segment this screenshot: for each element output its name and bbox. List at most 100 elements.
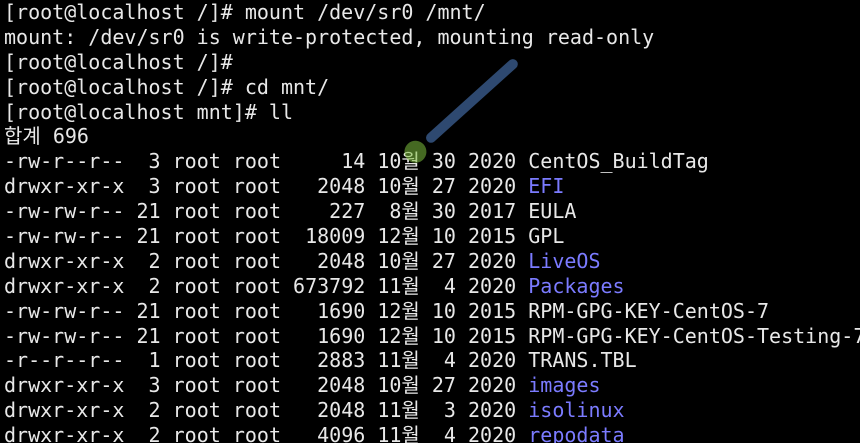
- file-permissions: -rw-r--r--: [4, 149, 125, 174]
- file-permissions: -rw-rw-r--: [4, 323, 125, 348]
- file-owner: root: [172, 199, 221, 224]
- listing-row: drwxr-xr-x 2 root root 2048 11월 3 2020 i…: [4, 398, 860, 423]
- modified-day: 3: [431, 398, 456, 423]
- file-permissions: drwxr-xr-x: [4, 248, 125, 273]
- file-owner: root: [172, 273, 221, 298]
- file-name: Packages: [528, 273, 625, 298]
- file-listing: -rw-r--r-- 3 root root 14 10월 30 2020 Ce…: [4, 149, 860, 443]
- link-count: 2: [136, 398, 161, 423]
- file-permissions: -r--r--r--: [4, 348, 125, 373]
- file-owner: root: [172, 398, 221, 423]
- modified-day: 10: [431, 323, 456, 348]
- file-name: EFI: [528, 174, 565, 199]
- listing-row: drwxr-xr-x 2 root root 2048 10월 27 2020 …: [4, 249, 860, 274]
- modified-month: 12월: [377, 298, 420, 323]
- file-group: root: [232, 398, 281, 423]
- modified-year: 2020: [468, 373, 517, 398]
- link-count: 2: [136, 273, 161, 298]
- file-size: 2048: [293, 373, 366, 398]
- modified-year: 2015: [468, 298, 517, 323]
- link-count: 21: [136, 199, 161, 224]
- file-group: root: [232, 248, 281, 273]
- file-owner: root: [172, 174, 221, 199]
- modified-month: 12월: [377, 323, 420, 348]
- modified-year: 2020: [468, 348, 517, 373]
- modified-day: 4: [431, 423, 456, 443]
- file-permissions: drwxr-xr-x: [4, 174, 125, 199]
- file-owner: root: [172, 248, 221, 273]
- modified-month: 11월: [377, 348, 420, 373]
- file-owner: root: [172, 423, 221, 443]
- link-count: 3: [136, 373, 161, 398]
- listing-row: -rw-rw-r-- 21 root root 18009 12월 10 201…: [4, 224, 860, 249]
- file-name: RPM-GPG-KEY-CentOS-Testing-7: [528, 323, 860, 348]
- modified-month: 10월: [377, 174, 420, 199]
- file-owner: root: [172, 298, 221, 323]
- modified-day: 10: [431, 298, 456, 323]
- modified-day: 30: [431, 149, 456, 174]
- modified-year: 2020: [468, 174, 517, 199]
- listing-total: 합계 696: [4, 124, 89, 149]
- file-group: root: [232, 273, 281, 298]
- file-permissions: drwxr-xr-x: [4, 398, 125, 423]
- modified-month: 12월: [377, 224, 420, 249]
- modified-year: 2020: [468, 423, 517, 443]
- file-size: 4096: [293, 423, 366, 443]
- modified-year: 2017: [468, 199, 517, 224]
- file-group: root: [232, 224, 281, 249]
- terminal-window[interactable]: [root@localhost /]# mount /dev/sr0 /mnt/…: [0, 0, 860, 443]
- modified-month: 8월: [377, 199, 420, 224]
- file-group: root: [232, 298, 281, 323]
- file-name: CentOS_BuildTag: [528, 149, 709, 174]
- listing-row: drwxr-xr-x 3 root root 2048 10월 27 2020 …: [4, 174, 860, 199]
- modified-month: 10월: [377, 149, 420, 174]
- file-owner: root: [172, 323, 221, 348]
- modified-year: 2020: [468, 149, 517, 174]
- file-permissions: drwxr-xr-x: [4, 273, 125, 298]
- modified-month: 10월: [377, 248, 420, 273]
- file-size: 2048: [293, 174, 366, 199]
- file-name: EULA: [528, 199, 577, 224]
- file-name: isolinux: [528, 398, 625, 423]
- link-count: 2: [136, 423, 161, 443]
- link-count: 3: [136, 174, 161, 199]
- file-group: root: [232, 348, 281, 373]
- listing-row: -r--r--r-- 1 root root 2883 11월 4 2020 T…: [4, 348, 860, 373]
- file-owner: root: [172, 373, 221, 398]
- file-group: root: [232, 323, 281, 348]
- modified-day: 27: [431, 174, 456, 199]
- link-count: 21: [136, 323, 161, 348]
- file-size: 227: [293, 199, 366, 224]
- file-size: 673792: [293, 273, 366, 298]
- file-permissions: drwxr-xr-x: [4, 373, 125, 398]
- listing-row: -rw-rw-r-- 21 root root 227 8월 30 2017 E…: [4, 199, 860, 224]
- modified-month: 10월: [377, 373, 420, 398]
- file-name: images: [528, 373, 601, 398]
- file-name: RPM-GPG-KEY-CentOS-7: [528, 298, 770, 323]
- modified-month: 11월: [377, 423, 420, 443]
- file-size: 2883: [293, 348, 366, 373]
- file-group: root: [232, 199, 281, 224]
- file-owner: root: [172, 348, 221, 373]
- modified-month: 11월: [377, 398, 420, 423]
- link-count: 21: [136, 298, 161, 323]
- listing-row: drwxr-xr-x 2 root root 673792 11월 4 2020…: [4, 274, 860, 299]
- file-permissions: -rw-rw-r--: [4, 224, 125, 249]
- file-name: TRANS.TBL: [528, 348, 637, 373]
- modified-year: 2020: [468, 248, 517, 273]
- link-count: 2: [136, 248, 161, 273]
- file-size: 1690: [293, 298, 366, 323]
- modified-day: 4: [431, 348, 456, 373]
- modified-day: 27: [431, 248, 456, 273]
- file-permissions: drwxr-xr-x: [4, 423, 125, 443]
- modified-day: 4: [431, 273, 456, 298]
- file-size: 18009: [293, 224, 366, 249]
- file-group: root: [232, 149, 281, 174]
- link-count: 1: [136, 348, 161, 373]
- modified-year: 2020: [468, 273, 517, 298]
- file-size: 2048: [293, 248, 366, 273]
- file-size: 14: [293, 149, 366, 174]
- modified-year: 2015: [468, 224, 517, 249]
- output-line-mount: mount: /dev/sr0 is write-protected, moun…: [4, 24, 655, 49]
- listing-row: -rw-rw-r-- 21 root root 1690 12월 10 2015…: [4, 324, 860, 349]
